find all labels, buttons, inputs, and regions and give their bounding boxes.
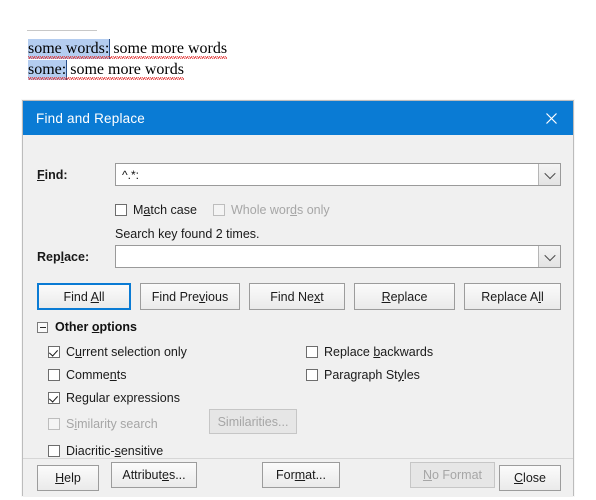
match-case-box[interactable]	[115, 204, 127, 216]
selected-match: some words:	[28, 39, 110, 59]
search-status-text: Search key found 2 times.	[115, 227, 260, 241]
regular-expressions-label: Regular expressions	[66, 391, 180, 405]
close-icon[interactable]	[529, 101, 573, 135]
find-label: Find:	[37, 167, 68, 182]
whole-words-box	[213, 204, 225, 216]
replace-combobox[interactable]	[115, 245, 561, 268]
replace-backwards-checkbox[interactable]: Replace backwards	[306, 345, 433, 363]
comments-label: Comments	[66, 368, 127, 382]
document-line: some words: some more words	[28, 38, 228, 59]
whole-words-only-checkbox: Whole words only	[213, 203, 330, 221]
comments-box[interactable]	[48, 369, 60, 381]
no-format-button: No Format	[410, 462, 495, 488]
find-previous-button[interactable]: Find Previous	[140, 283, 240, 310]
current-selection-label: Current selection only	[66, 345, 187, 359]
replace-backwards-box[interactable]	[306, 346, 318, 358]
regular-expressions-checkbox[interactable]: Regular expressions	[48, 391, 180, 409]
find-and-replace-dialog: Find and Replace Find: ^.*: Match case W…	[22, 100, 574, 497]
other-options-toggle[interactable]: Other options	[37, 320, 137, 334]
find-all-button[interactable]: Find All	[37, 283, 131, 310]
document-line-remainder: some more words	[66, 61, 184, 80]
find-input[interactable]: ^.*:	[116, 168, 139, 182]
current-selection-only-checkbox[interactable]: Current selection only	[48, 345, 187, 363]
current-selection-box[interactable]	[48, 346, 60, 358]
footer-divider	[23, 458, 573, 459]
whole-words-label: Whole words only	[231, 203, 330, 217]
replace-button[interactable]: Replace	[354, 283, 455, 310]
find-row: Find: ^.*:	[37, 163, 561, 186]
close-button[interactable]: Close	[499, 465, 561, 491]
document-line: some: some more words	[28, 59, 227, 80]
dialog-title: Find and Replace	[36, 110, 146, 126]
similarity-search-label: Similarity search	[66, 417, 158, 431]
other-options-label: Other options	[55, 320, 137, 334]
regular-expressions-box[interactable]	[48, 392, 60, 404]
selected-match: some:	[28, 60, 67, 80]
format-button[interactable]: Format...	[262, 462, 340, 488]
replace-backwards-label: Replace backwards	[324, 345, 434, 359]
diacritic-sensitive-checkbox[interactable]: Diacritic-sensitive	[48, 444, 163, 462]
document-line-remainder: some more words	[109, 40, 228, 59]
match-case-checkbox[interactable]: Match case	[115, 203, 197, 221]
collapse-minus-icon[interactable]	[37, 321, 48, 333]
chevron-down-icon[interactable]	[538, 164, 560, 185]
document-canvas[interactable]: some words: some more words some: some m…	[0, 0, 596, 104]
screen: some words: some more words some: some m…	[0, 0, 596, 500]
similarity-search-box	[48, 418, 60, 430]
paragraph-styles-box[interactable]	[306, 369, 318, 381]
similarities-button: Similarities...	[209, 409, 297, 434]
match-case-label: Match case	[133, 203, 197, 217]
find-next-button[interactable]: Find Next	[249, 283, 345, 310]
paragraph-styles-checkbox[interactable]: Paragraph Styles	[306, 368, 420, 386]
diacritic-sensitive-box[interactable]	[48, 445, 60, 457]
dialog-titlebar[interactable]: Find and Replace	[23, 101, 573, 135]
diacritic-sensitive-label: Diacritic-sensitive	[66, 444, 164, 458]
replace-row: Replace:	[37, 245, 561, 268]
similarity-search-checkbox: Similarity search	[48, 417, 158, 435]
help-button[interactable]: Help	[37, 465, 99, 491]
attributes-button[interactable]: Attributes...	[111, 462, 197, 488]
comments-checkbox[interactable]: Comments	[48, 368, 126, 386]
paragraph-styles-label: Paragraph Styles	[324, 368, 420, 382]
chevron-down-icon[interactable]	[538, 246, 560, 267]
page-margin-guide	[27, 30, 97, 31]
document-text: some words: some more words some: some m…	[28, 38, 228, 80]
replace-label: Replace:	[37, 249, 90, 264]
find-combobox[interactable]: ^.*:	[115, 163, 561, 186]
replace-all-button[interactable]: Replace All	[464, 283, 561, 310]
dialog-body: Find: ^.*: Match case Whole words only S…	[23, 135, 573, 497]
